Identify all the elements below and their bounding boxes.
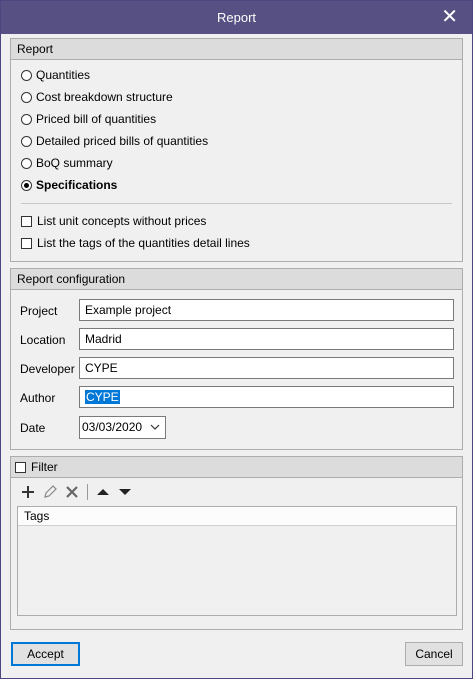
radio-label: BoQ summary [36, 156, 113, 170]
filter-toolbar [17, 483, 136, 501]
filter-checkbox[interactable] [15, 461, 26, 473]
divider [21, 203, 452, 204]
radio-cost-breakdown[interactable]: Cost breakdown structure [21, 88, 173, 106]
radio-icon[interactable] [21, 113, 32, 125]
radio-quantities[interactable]: Quantities [21, 66, 90, 84]
add-icon[interactable] [17, 483, 39, 501]
radio-icon[interactable] [21, 135, 32, 147]
project-label: Project [20, 304, 58, 318]
checkbox-label: List the tags of the quantities detail l… [37, 236, 250, 250]
date-label: Date [20, 421, 46, 435]
date-value: 03/03/2020 [82, 420, 143, 434]
title-bar: Report ✕ [1, 1, 472, 34]
move-down-icon[interactable] [114, 483, 136, 501]
cancel-button[interactable]: Cancel [405, 642, 463, 666]
radio-detailed-priced-bills[interactable]: Detailed priced bills of quantities [21, 132, 208, 150]
report-configuration-group: Report configuration Project Example pro… [10, 268, 463, 450]
radio-label: Cost breakdown structure [36, 90, 173, 104]
delete-x-icon[interactable] [61, 483, 83, 501]
edit-pencil-icon[interactable] [39, 483, 61, 501]
check-tags-detail-lines[interactable]: List the tags of the quantities detail l… [21, 234, 250, 252]
report-group-header: Report [11, 39, 462, 60]
location-label: Location [20, 333, 66, 347]
author-label: Author [20, 391, 56, 405]
check-unit-concepts[interactable]: List unit concepts without prices [21, 212, 206, 230]
close-icon[interactable]: ✕ [441, 5, 458, 29]
checkbox-label: List unit concepts without prices [37, 214, 207, 228]
checkbox-icon[interactable] [21, 237, 32, 249]
tags-column-header[interactable]: Tags [18, 507, 456, 526]
radio-label: Detailed priced bills of quantities [36, 134, 209, 148]
author-value-selected: CYPE [85, 390, 120, 404]
radio-icon[interactable] [21, 91, 32, 103]
radio-label: Priced bill of quantities [36, 112, 157, 126]
project-input[interactable]: Example project [79, 299, 454, 321]
checkbox-icon[interactable] [21, 215, 32, 227]
radio-icon[interactable] [21, 69, 32, 81]
radio-icon[interactable] [21, 157, 32, 169]
date-picker[interactable]: 03/03/2020 [79, 416, 166, 439]
radio-selected-icon[interactable] [21, 179, 32, 191]
move-up-icon[interactable] [92, 483, 114, 501]
developer-label: Developer [20, 362, 75, 376]
radio-specifications[interactable]: Specifications [21, 176, 117, 194]
author-input[interactable]: CYPE [79, 386, 454, 408]
radio-priced-bill[interactable]: Priced bill of quantities [21, 110, 156, 128]
report-dialog: Report ✕ Report Quantities Cost breakdow… [0, 0, 473, 679]
tags-list[interactable]: Tags [17, 506, 457, 616]
radio-boq-summary[interactable]: BoQ summary [21, 154, 113, 172]
location-input[interactable]: Madrid [79, 328, 454, 350]
filter-label: Filter [31, 460, 58, 474]
chevron-down-icon[interactable] [150, 417, 160, 446]
filter-header: Filter [11, 457, 462, 478]
filter-group: Filter Tags [10, 456, 463, 630]
dialog-title: Report [216, 10, 257, 25]
accept-button[interactable]: Accept [11, 642, 80, 666]
developer-input[interactable]: CYPE [79, 357, 454, 379]
configuration-header: Report configuration [11, 269, 462, 290]
report-group: Report Quantities Cost breakdown structu… [10, 38, 463, 262]
toolbar-separator [87, 484, 88, 500]
radio-label: Specifications [36, 178, 118, 192]
radio-label: Quantities [36, 68, 91, 82]
